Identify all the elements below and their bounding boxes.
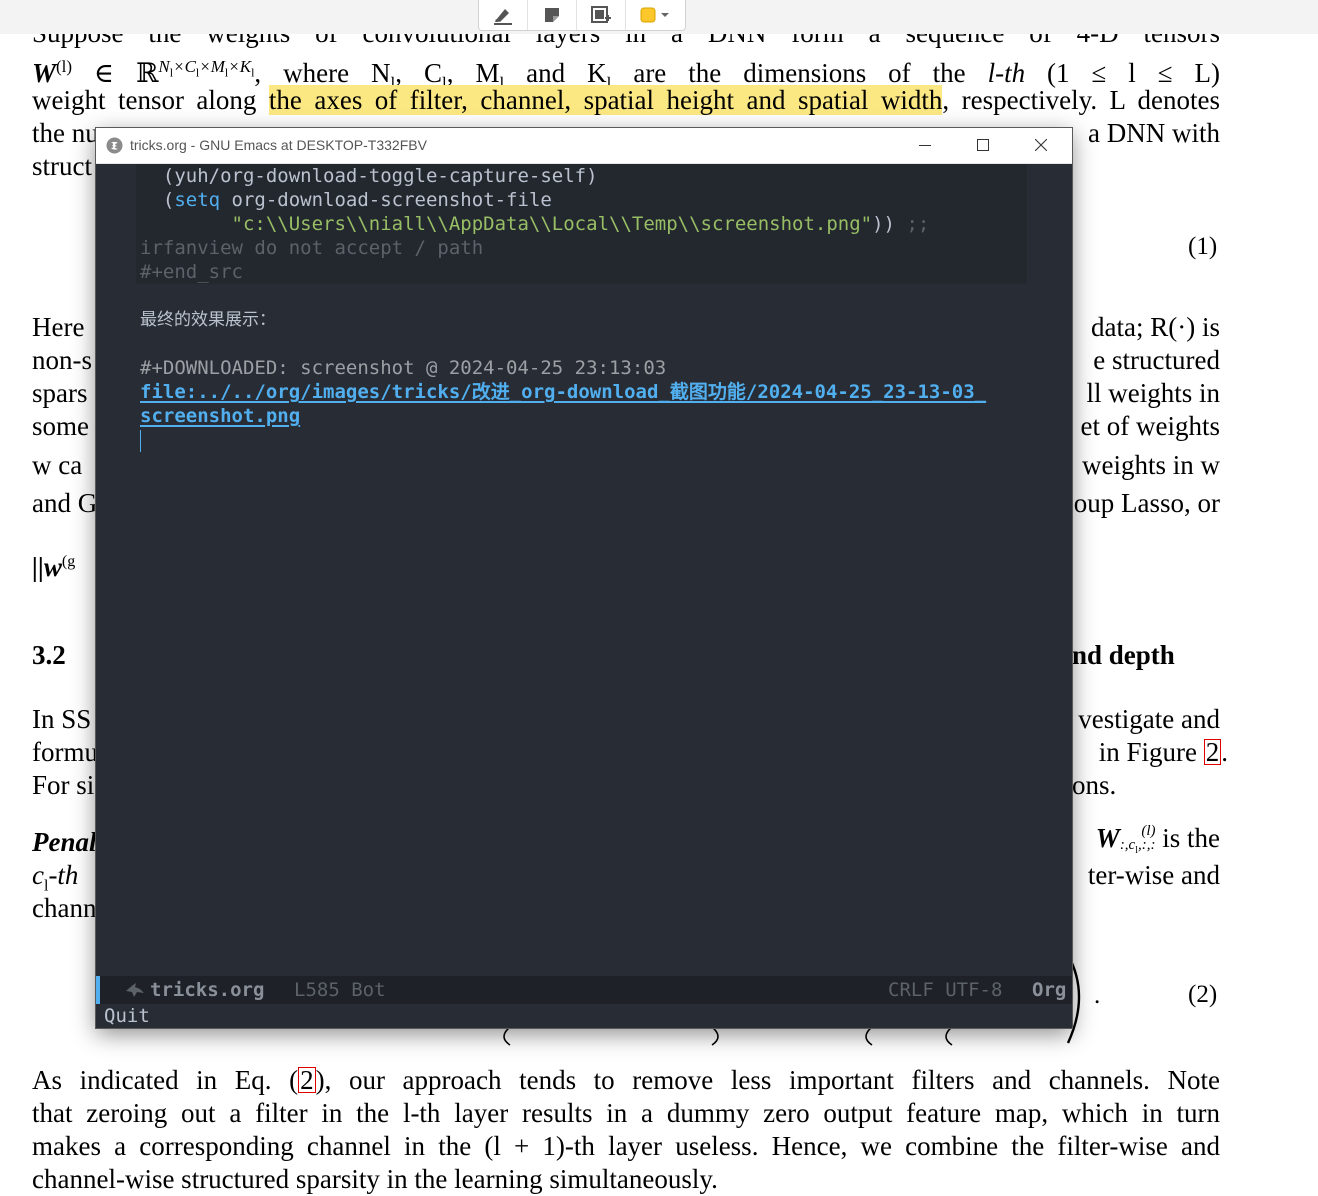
pdf-line-fragment: e structured [1093, 345, 1220, 375]
emacs-window: tricks.org - GNU Emacs at DESKTOP-T332FB… [96, 128, 1072, 1028]
window-title: tricks.org - GNU Emacs at DESKTOP-T332FB… [130, 137, 427, 153]
pdf-line-fragment: weights in w [1082, 450, 1220, 480]
minibuffer[interactable]: Quit [96, 1004, 1072, 1028]
code-line: "c:\\Users\\niall\\AppData\\Local\\Temp\… [231, 213, 930, 235]
pdf-line-fragment: In SS [32, 704, 92, 734]
code-line: (yuh/org-download-toggle-capture-self) [140, 165, 598, 187]
code-comment-line: irfanview do not accept / path [140, 237, 484, 259]
pdf-line: that zeroing out a filter in the l-th la… [32, 1098, 1220, 1128]
equation-ref-link[interactable]: 2 [298, 1067, 316, 1094]
equation-number: (2) [1188, 981, 1218, 1008]
pdf-line: weight tensor along the axes of filter, … [32, 85, 1220, 115]
pdf-line-fragment: Penal [32, 827, 97, 857]
color-picker-button[interactable] [626, 0, 684, 30]
modeline-major-mode[interactable]: Org [1032, 978, 1066, 1002]
pdf-line-fragment: spars [32, 378, 88, 408]
annotation-toolbar [0, 0, 1318, 34]
equation-dot: . [1094, 982, 1101, 1009]
end-src-line: #+end_src [140, 261, 243, 283]
pdf-highlight[interactable]: the axes of filter, channel, spatial hei… [268, 85, 943, 115]
text-cursor [140, 430, 141, 452]
section-number: 3.2 [32, 640, 66, 670]
file-link-continuation[interactable]: screenshot.png [140, 404, 300, 428]
pdf-line-fragment: ||w(g [32, 552, 76, 582]
window-titlebar[interactable]: tricks.org - GNU Emacs at DESKTOP-T332FB… [96, 128, 1072, 164]
annotation-tool-group [478, 0, 686, 31]
pdf-line-fragment: data; R(·) is [1091, 312, 1220, 342]
pdf-line-fragment: chann [32, 893, 97, 923]
org-text-line: 最终的效果展示： [140, 310, 276, 330]
pdf-line-fragment: w ca [32, 450, 83, 480]
pdf-line-fragment: ll weights in [1086, 378, 1221, 408]
file-link[interactable]: file:../../org/images/tricks/改进_org-down… [140, 380, 986, 404]
modeline-encoding[interactable]: CRLF UTF-8 [888, 978, 1002, 1002]
textbox-tool-button[interactable] [577, 0, 626, 30]
highlight-tool-button[interactable] [479, 0, 528, 30]
color-picker-icon [640, 7, 669, 23]
note-tool-button[interactable] [528, 0, 577, 30]
pdf-line-fragment: a DNN with [1088, 118, 1220, 148]
pdf-line: makes a corresponding channel in the (l … [32, 1131, 1220, 1161]
highlighter-icon [494, 9, 512, 25]
pdf-line-fragment: ons. [1072, 770, 1117, 800]
minimize-icon [919, 145, 931, 146]
minibuffer-message: Quit [104, 1005, 150, 1027]
pdf-line-fragment: vestigate and [1078, 704, 1220, 734]
pdf-line-fragment: Here [32, 312, 85, 342]
pdf-line-fragment: formu [32, 737, 98, 767]
pdf-line-fragment: For si [32, 770, 95, 800]
section-title-fragment: nd depth [1072, 640, 1175, 670]
mode-line: tricks.org L585 Bot CRLF UTF-8 Org [96, 976, 1072, 1004]
minimize-button[interactable] [896, 128, 954, 162]
editor-buffer[interactable]: (yuh/org-download-toggle-capture-self) (… [96, 164, 1072, 976]
pdf-line: channel-wise structured sparsity in the … [32, 1164, 718, 1194]
modeline-position: L585 Bot [294, 979, 386, 1001]
maximize-icon [977, 139, 989, 151]
equation-number: (1) [1188, 233, 1218, 260]
pdf-line-fragment: some [32, 411, 89, 441]
unicorn-icon [126, 983, 144, 997]
modeline-buffer-name: tricks.org [150, 979, 265, 1001]
note-icon [545, 8, 559, 22]
close-button[interactable] [1012, 128, 1070, 162]
close-icon [1035, 139, 1047, 151]
figure-ref-link[interactable]: 2 [1203, 739, 1222, 766]
pdf-line-fragment: oup Lasso, or [1073, 488, 1220, 518]
pdf-line-fragment: non-s [32, 345, 92, 375]
maximize-button[interactable] [954, 128, 1012, 162]
pdf-line: As indicated in Eq. (2), our approach te… [32, 1065, 1220, 1095]
pdf-line-fragment: in Figure 2. [1098, 737, 1228, 767]
textbox-icon [591, 6, 611, 23]
pdf-line-fragment: et of weights [1080, 411, 1220, 441]
pdf-line-fragment: and G [32, 488, 98, 518]
code-line: (setq org-download-screenshot-file [140, 189, 552, 211]
downloaded-keyword-line: #+DOWNLOADED: screenshot @ 2024-04-25 23… [140, 357, 667, 379]
pdf-line-fragment: ter-wise and [1087, 860, 1220, 890]
pdf-line-fragment: W (l):,cl,:,: is the [1095, 822, 1220, 856]
emacs-icon [106, 137, 123, 154]
